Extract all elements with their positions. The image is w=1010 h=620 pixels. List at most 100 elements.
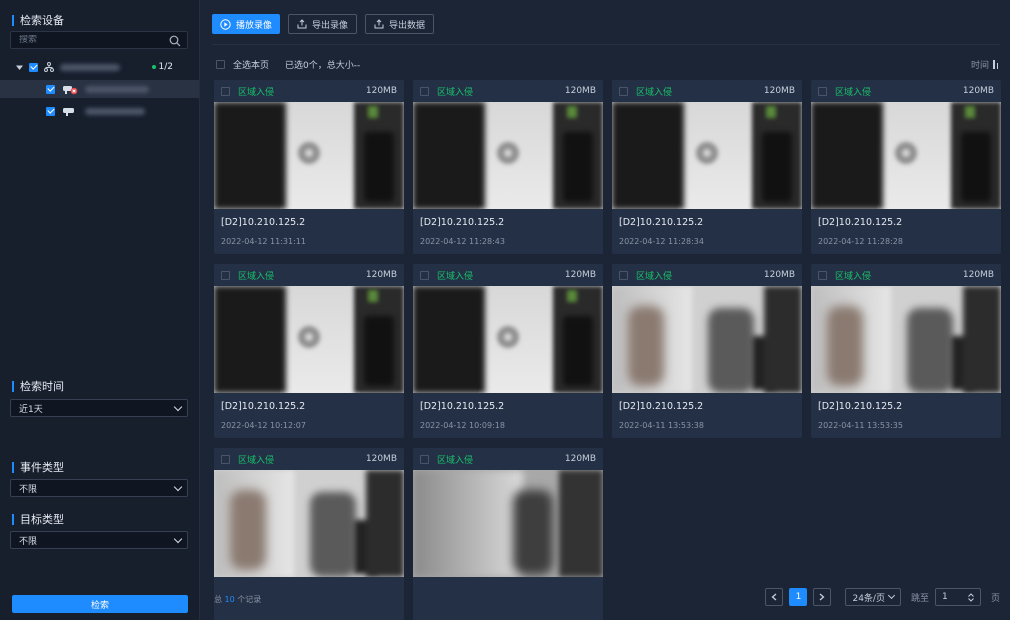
time-range-value: 近1天: [19, 404, 43, 415]
search-button[interactable]: 检索: [12, 595, 188, 613]
record-card-footer: [D2]10.210.125.2 2022-04-12 10:12:07: [214, 393, 404, 430]
sidebar: 检索设备 1/2: [0, 0, 200, 620]
record-checkbox[interactable]: [221, 270, 230, 280]
video-thumbnail[interactable]: [612, 286, 802, 393]
select-page-label[interactable]: 全选本页: [233, 58, 269, 71]
event-type-select[interactable]: 不限: [10, 479, 188, 497]
file-size: 120MB: [564, 454, 596, 464]
video-thumbnail[interactable]: [214, 102, 404, 209]
device-search-box[interactable]: [10, 31, 188, 49]
device-name: [D2]10.210.125.2: [818, 401, 903, 412]
record-card-header: 区域入侵 120MB: [612, 80, 802, 102]
next-page-button[interactable]: [813, 588, 832, 606]
record-card-header: 区域入侵 120MB: [413, 264, 603, 286]
record-card[interactable]: 区域入侵 120MB [D2]10.210.125.2 2022-04-12 10:1…: [214, 264, 404, 438]
record-card-footer: [214, 577, 404, 585]
record-card-footer: [413, 577, 603, 585]
time-range-select[interactable]: 近1天: [10, 399, 188, 417]
record-time: 2022-04-11 13:53:35: [818, 421, 903, 430]
chevron-down-icon: [887, 591, 896, 600]
jump-page-value: 1: [941, 592, 948, 602]
device-section-title: 检索设备: [12, 12, 64, 28]
play-video-label: 播放录像: [236, 20, 273, 31]
device-name: [D2]10.210.125.2: [619, 401, 704, 412]
time-sort-label: 时间: [970, 61, 989, 71]
caret-down-icon[interactable]: [16, 64, 23, 71]
record-card[interactable]: 区域入侵 120MB [D2]10.210.125.2 2022-04-12 11:2…: [413, 80, 603, 254]
video-thumbnail[interactable]: [811, 286, 1001, 393]
record-card[interactable]: 区域入侵 120MB [D2]10.210.125.2 2022-04-12 11:3…: [214, 80, 404, 254]
toolbar-divider: [212, 44, 1000, 45]
record-checkbox[interactable]: [221, 454, 230, 464]
device-1-checkbox[interactable]: [46, 84, 55, 94]
time-section-title: 检索时间: [12, 378, 64, 394]
tree-root-checkbox[interactable]: [29, 62, 38, 72]
event-tag: 区域入侵: [636, 271, 673, 282]
record-card[interactable]: 区域入侵 120MB [D2]10.210.125.2 2022-04-12 10:0…: [413, 264, 603, 438]
event-section-title: 事件类型: [12, 459, 64, 475]
total-records: 总 10 个记录: [214, 594, 261, 605]
total-suffix: 个记录: [237, 595, 262, 604]
search-icon[interactable]: [169, 35, 181, 47]
device-group-name-blurred: [60, 63, 120, 71]
record-checkbox[interactable]: [619, 86, 628, 96]
record-card-footer: [D2]10.210.125.2 2022-04-12 11:28:28: [811, 209, 1001, 246]
event-type-value: 不限: [19, 484, 38, 495]
video-thumbnail[interactable]: [214, 286, 404, 393]
target-type-select[interactable]: 不限: [10, 531, 188, 549]
video-thumbnail[interactable]: [413, 102, 603, 209]
video-thumbnail[interactable]: [811, 102, 1001, 209]
record-card[interactable]: 区域入侵 120MB: [413, 448, 603, 620]
file-size: 120MB: [763, 270, 795, 280]
tree-device-node-1[interactable]: [0, 80, 199, 98]
record-card[interactable]: 区域入侵 120MB [D2]10.210.125.2 2022-04-12 11:2…: [811, 80, 1001, 254]
record-card[interactable]: 区域入侵 120MB [D2]10.210.125.2 2022-04-11 13:5…: [811, 264, 1001, 438]
video-thumbnail[interactable]: [413, 286, 603, 393]
play-video-button[interactable]: 播放录像: [212, 14, 281, 34]
online-dot: [151, 65, 156, 69]
video-thumbnail[interactable]: [612, 102, 802, 209]
record-checkbox[interactable]: [818, 86, 827, 96]
event-tag: 区域入侵: [835, 271, 872, 282]
device-search-input[interactable]: [19, 35, 159, 45]
record-card[interactable]: 区域入侵 120MB [D2]10.210.125.2 2022-04-12 11:2…: [612, 80, 802, 254]
video-thumbnail[interactable]: [214, 470, 404, 577]
record-card-footer: [D2]10.210.125.2 2022-04-12 11:28:34: [612, 209, 802, 246]
jump-label: 跳至: [910, 593, 929, 604]
video-thumbnail[interactable]: [413, 470, 603, 577]
prev-page-button[interactable]: [765, 588, 784, 606]
record-card[interactable]: 区域入侵 120MB [D2]10.210.125.2 2022-04-11 13:5…: [612, 264, 802, 438]
record-checkbox[interactable]: [818, 270, 827, 280]
event-tag: 区域入侵: [238, 455, 275, 466]
jump-page-input[interactable]: 1: [934, 588, 981, 606]
export-data-button[interactable]: 导出数据: [365, 14, 435, 34]
file-size: 120MB: [564, 270, 596, 280]
export-video-button[interactable]: 导出录像: [288, 14, 358, 34]
device-2-checkbox[interactable]: [46, 106, 55, 116]
camera-icon: [63, 107, 74, 116]
tree-device-node-2[interactable]: [0, 102, 199, 120]
device-title-label: 检索设备: [20, 14, 64, 27]
record-checkbox[interactable]: [420, 86, 429, 96]
time-sort-control[interactable]: 时间: [971, 58, 998, 71]
record-checkbox[interactable]: [420, 454, 429, 464]
total-prefix: 总: [214, 595, 222, 604]
record-time: 2022-04-12 11:28:28: [818, 237, 903, 246]
device-name: [D2]10.210.125.2: [619, 217, 704, 228]
event-tag: 区域入侵: [238, 271, 275, 282]
record-card-header: 区域入侵 120MB: [811, 80, 1001, 102]
file-size: 120MB: [365, 270, 397, 280]
record-checkbox[interactable]: [221, 86, 230, 96]
record-time: 2022-04-12 10:12:07: [221, 421, 306, 430]
record-checkbox[interactable]: [619, 270, 628, 280]
record-checkbox[interactable]: [420, 270, 429, 280]
stepper-icon[interactable]: [968, 592, 974, 602]
page-button-current[interactable]: 1: [789, 588, 808, 606]
record-card-footer: [D2]10.210.125.2 2022-04-12 11:28:43: [413, 209, 603, 246]
tree-root-node[interactable]: 1/2: [0, 58, 199, 76]
section-accent-bar: [12, 14, 14, 26]
select-page-checkbox[interactable]: [216, 60, 225, 69]
record-card-footer: [D2]10.210.125.2 2022-04-12 10:09:18: [413, 393, 603, 430]
record-card-footer: [D2]10.210.125.2 2022-04-11 13:53:38: [612, 393, 802, 430]
page-size-select[interactable]: 24条/页: [845, 588, 901, 606]
